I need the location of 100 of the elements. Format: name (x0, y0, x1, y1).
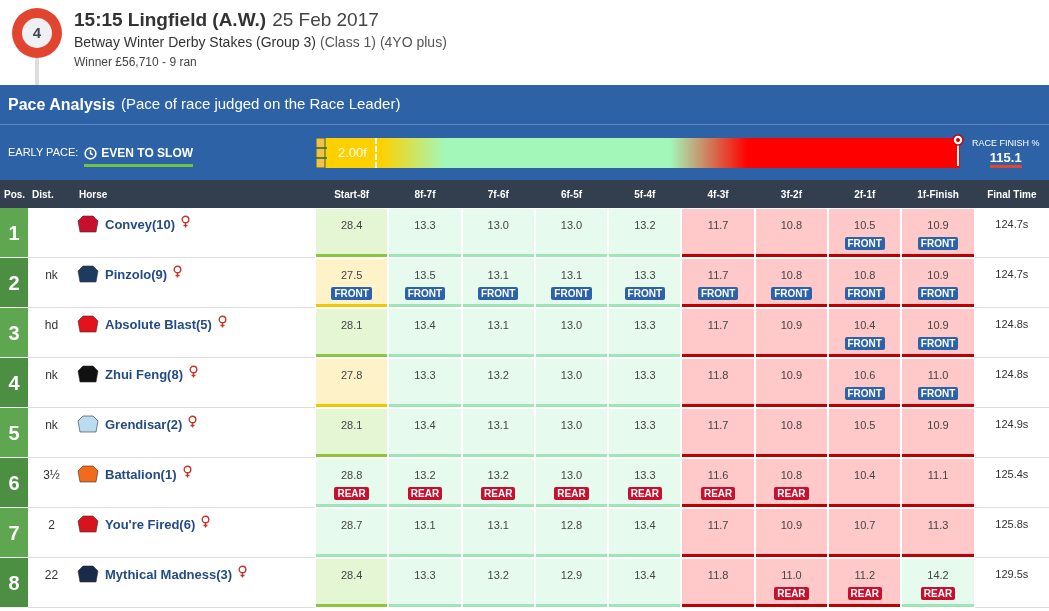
panel-title: Pace Analysis (8, 94, 116, 115)
position-tag: REAR (554, 486, 589, 500)
position-cell: 6 (0, 458, 28, 508)
column-header: 4f-3f (681, 180, 755, 208)
race-name: Betway Winter Derby Stakes (Group 3) (74, 33, 316, 52)
column-header: Dist. (28, 180, 75, 208)
sectional-time: 13.1 (487, 318, 509, 333)
position-tag: FRONT (844, 236, 885, 250)
sectional-time: 10.9 (927, 318, 949, 333)
female-symbol-icon (188, 415, 198, 428)
sectional-time: 10.8 (780, 418, 803, 433)
position-tag: FRONT (771, 286, 812, 300)
sectional-time: 13.3 (634, 318, 656, 333)
sectional-time: 11.7 (707, 268, 729, 283)
sectional-time: 10.9 (780, 368, 803, 383)
column-header: 3f-2f (754, 180, 829, 208)
column-header: 5f-4f (608, 180, 682, 208)
horse-name-link[interactable]: Convey(10) (105, 215, 176, 235)
sectional-time: 13.1 (487, 418, 509, 433)
sectional-time: 13.0 (560, 318, 583, 333)
sectional-time: 13.4 (634, 568, 656, 583)
sectional-time: 13.0 (560, 218, 583, 233)
female-symbol-icon (217, 315, 227, 328)
distance-cell-text: hd (44, 317, 59, 332)
column-header: Final Time (974, 180, 1049, 208)
sectional-time: 10.4 (854, 468, 876, 483)
horse-name-link[interactable]: Battalion(1) (105, 465, 177, 485)
female-symbol-icon (181, 215, 191, 228)
sectional-time: 10.8 (780, 468, 803, 483)
distance-cell-text: 2 (48, 517, 55, 532)
sectional-time: 13.3 (414, 368, 436, 383)
sectional-time: 12.8 (560, 518, 583, 533)
position-tag: REAR (334, 486, 369, 500)
sectional-time: 13.0 (560, 468, 583, 483)
horse-name-link[interactable]: Pinzolo(9) (105, 265, 168, 285)
sectional-time: 13.4 (634, 518, 656, 533)
sectional-time: 10.6 (854, 368, 876, 383)
column-header: Pos. (0, 180, 28, 208)
race-finish-value: 115.1 (989, 150, 1022, 169)
sectional-time: 11.0 (781, 568, 802, 583)
horse-name-link[interactable]: Zhui Feng(8) (105, 365, 183, 385)
sectional-time: 11.1 (927, 468, 949, 483)
position-cell: 2 (0, 258, 28, 308)
final-time: 125.8s (995, 517, 1029, 532)
horse-name-link[interactable]: Grendisar(2) (105, 415, 183, 435)
column-header: 7f-6f (461, 180, 535, 208)
sectional-time: 13.4 (414, 418, 436, 433)
position-tag: FRONT (844, 386, 885, 400)
horse-name-link[interactable]: Absolute Blast(5) (105, 315, 212, 335)
sectional-time: 13.0 (560, 368, 583, 383)
race-details: (Class 1) (4YO plus) (320, 33, 447, 52)
position-tag: REAR (481, 486, 516, 500)
race-date: 25 Feb 2017 (272, 8, 379, 32)
sectional-time: 11.0 (927, 368, 949, 383)
sectional-time: 28.4 (340, 568, 363, 583)
sectional-time: 11.7 (707, 518, 729, 533)
position-tag: FRONT (917, 236, 959, 250)
sectional-time: 13.4 (414, 318, 436, 333)
sectional-time: 11.8 (707, 568, 729, 583)
horse-name-link[interactable]: Mythical Madness(3) (105, 565, 233, 585)
sectional-time: 10.5 (854, 218, 876, 233)
position-cell: 3 (0, 308, 28, 358)
starting-stalls-icon (316, 137, 328, 168)
race-number: 4 (22, 18, 52, 48)
female-symbol-icon (189, 365, 198, 378)
final-time: 129.5s (995, 567, 1029, 582)
sectional-time: 11.8 (707, 368, 729, 383)
sectional-time: 28.1 (340, 318, 363, 333)
column-header: Start-8f (315, 180, 389, 208)
horse-name-link[interactable]: You're Fired(6) (105, 515, 196, 535)
female-symbol-icon (173, 265, 183, 278)
distance-cell-text: 22 (44, 567, 59, 582)
position-tag: REAR (847, 586, 882, 600)
position-cell: 8 (0, 558, 28, 608)
distance-cell-text: nk (45, 367, 58, 382)
sectional-time: 13.3 (634, 368, 656, 383)
sectional-time: 11.7 (707, 218, 729, 233)
sectional-time: 13.2 (634, 218, 656, 233)
sectional-time: 13.1 (487, 518, 509, 533)
sectional-time: 28.8 (340, 468, 363, 483)
column-header: 1f-Finish (901, 180, 975, 208)
sectional-time: 27.8 (340, 368, 363, 383)
position-tag: FRONT (551, 286, 592, 300)
early-pace-link[interactable]: EVEN TO SLOW (84, 144, 194, 167)
sectional-time: 12.9 (560, 568, 583, 583)
sectional-time: 28.4 (340, 218, 363, 233)
early-pace-label: EARLY PACE: (8, 145, 79, 161)
position-tag: REAR (774, 486, 809, 500)
position-tag: REAR (700, 486, 736, 500)
sectional-time: 11.6 (707, 468, 729, 483)
sectional-time: 13.0 (487, 218, 509, 233)
distance-cell-text: nk (45, 267, 58, 282)
sectional-time: 11.3 (927, 518, 949, 533)
race-finish-label: RACE FINISH % (972, 136, 1040, 150)
column-header: Horse (75, 180, 315, 208)
column-header: 2f-1f (828, 180, 902, 208)
sectional-time: 13.3 (634, 468, 656, 483)
distance-cell-text: 3½ (43, 467, 60, 482)
position-tag: FRONT (917, 286, 959, 300)
sectional-time: 13.2 (487, 368, 509, 383)
